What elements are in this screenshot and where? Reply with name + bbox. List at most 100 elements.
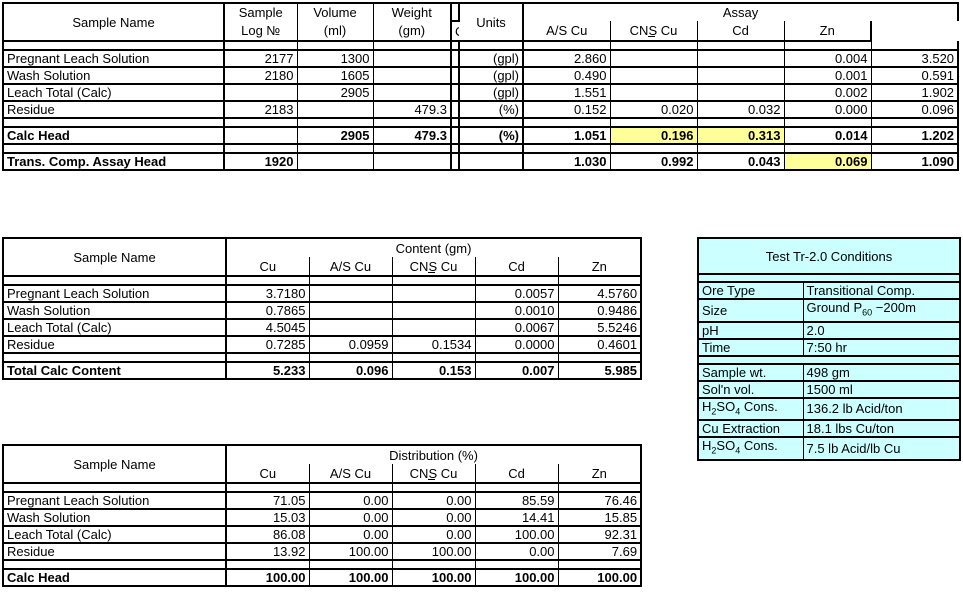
cell-sample-name: Pregnant Leach Solution xyxy=(2,285,227,303)
conditions-value: Transitional Comp. xyxy=(802,282,962,300)
cell-weight: 479.3 xyxy=(372,101,452,119)
cell-content-zn: 5.985 xyxy=(557,362,643,380)
blank-cell xyxy=(296,144,374,154)
blank-cell xyxy=(474,483,558,493)
blank-cell xyxy=(391,276,475,286)
col-header-units: Units xyxy=(459,2,524,42)
cell-assay-cu: 0.152 xyxy=(523,101,610,119)
cell-units: (%) xyxy=(459,127,524,145)
cell-volume xyxy=(296,101,374,119)
conditions-row: Ore Type Transitional Comp. xyxy=(697,282,962,300)
cell-assay-cu: 2.860 xyxy=(523,50,610,68)
blank-cell xyxy=(459,144,524,154)
cell-sample-log xyxy=(223,127,298,145)
conditions-row: Cu Extraction 18.1 lbs Cu/ton xyxy=(697,420,962,439)
cell-content-as-cu xyxy=(308,285,392,303)
conditions-body: Ore Type Transitional Comp. Size Ground P60… xyxy=(696,282,962,461)
conditions-gap-row xyxy=(696,274,962,283)
cell-content-cu: 0.7285 xyxy=(226,336,309,354)
conditions-label: H2SO4 Cons. xyxy=(697,437,804,461)
blank-cell xyxy=(783,144,871,154)
cell-distribution-zn: 15.85 xyxy=(557,509,643,527)
cell-distribution-cu: 15.03 xyxy=(226,509,309,527)
cell-weight xyxy=(372,67,452,85)
cell-distribution-cd: 100.00 xyxy=(474,526,558,544)
blank-cell xyxy=(391,353,475,363)
cell-units xyxy=(459,153,524,171)
conditions-row: Sample wt. 498 gm xyxy=(697,363,962,382)
cell-distribution-cns-cu: 100.00 xyxy=(391,543,475,561)
blank-cell xyxy=(2,118,225,128)
cell-distribution-cu: 13.92 xyxy=(226,543,309,561)
table-row: Pregnant Leach Solution 2177 1300 (gpl) 2.86… xyxy=(2,50,960,68)
blank-cell xyxy=(2,353,227,363)
col-header-assay-group: Assay xyxy=(523,1,960,22)
cell-distribution-cd: 100.00 xyxy=(474,569,558,587)
blank-cell xyxy=(696,274,962,283)
assay-table: Sample Name Sample Volume Weight Units A… xyxy=(2,1,960,171)
cell-weight xyxy=(372,50,452,68)
conditions-row: Time 7:50 hr xyxy=(697,338,962,357)
table-row: Pregnant Leach Solution 71.05 0.00 0.00 85.5… xyxy=(2,492,643,510)
col-header-weight-line2: (gm) xyxy=(372,21,452,42)
blank-cell xyxy=(2,276,227,286)
cell-sample-name: Leach Total (Calc) xyxy=(2,319,227,337)
blank-cell xyxy=(474,560,558,570)
cell-distribution-zn: 100.00 xyxy=(557,569,643,587)
blank-cell xyxy=(557,560,643,570)
conditions-label: H2SO4 Cons. xyxy=(697,397,804,422)
conditions-label: Cu Extraction xyxy=(697,420,804,439)
blank-cell xyxy=(391,560,475,570)
table-row: Wash Solution 0.7865 0.0010 0.9486 xyxy=(2,302,643,320)
cell-sample-name: Wash Solution xyxy=(2,67,225,85)
cell-content-cd: 0.0057 xyxy=(474,285,558,303)
conditions-label: Time xyxy=(697,338,804,357)
blank-cell xyxy=(226,483,309,493)
cell-sample-name: Leach Total (Calc) xyxy=(2,84,225,102)
blank-cell xyxy=(223,118,298,128)
cell-sample-log: 1920 xyxy=(223,153,298,171)
blank-cell xyxy=(223,41,298,51)
cell-assay-as-cu xyxy=(609,50,697,68)
separator-row xyxy=(2,560,643,570)
blank-cell xyxy=(557,276,643,286)
cell-sample-name: Wash Solution xyxy=(2,302,227,320)
test-conditions-panel: Test Tr-2.0 Conditions Ore Type Transitio… xyxy=(696,237,962,461)
blank-cell xyxy=(870,41,960,51)
content-table: Sample Name Content (gm) Cu A/S Cu CN S C… xyxy=(2,237,643,380)
blank-cell xyxy=(523,118,610,128)
blank-cell xyxy=(372,118,452,128)
blank-cell xyxy=(474,276,558,286)
cell-units: (gpl) xyxy=(459,50,524,68)
cell-units: (gpl) xyxy=(459,67,524,85)
conditions-value: 1500 ml xyxy=(802,380,962,399)
cell-volume xyxy=(296,153,374,171)
cell-distribution-cu: 100.00 xyxy=(226,569,309,587)
cell-sample-name: Trans. Comp. Assay Head xyxy=(2,153,225,171)
col-header-assay-cu: Cu xyxy=(451,21,459,42)
blank-row xyxy=(2,41,960,51)
blank-cell xyxy=(308,276,392,286)
cell-volume: 1300 xyxy=(296,50,374,68)
table-row: Leach Total (Calc) 86.08 0.00 0.00 100.00 92.… xyxy=(2,526,643,544)
blank-cell xyxy=(696,118,784,128)
col-header-assay-cns-cu: CN S Cu xyxy=(609,21,697,42)
content-table-body: Pregnant Leach Solution 3.7180 0.0057 4.576… xyxy=(2,285,643,380)
blank-cell xyxy=(308,353,392,363)
cell-content-cu: 4.5045 xyxy=(226,319,309,337)
cell-assay-zn: 0.591 xyxy=(870,67,960,85)
table-row: Residue 2183 479.3 (%) 0.152 0.020 0.032 0.000 0… xyxy=(2,101,960,119)
conditions-label: Sample wt. xyxy=(697,363,804,382)
cell-assay-cu: 0.490 xyxy=(523,67,610,85)
blank-cell xyxy=(870,118,960,128)
table-row: Total Calc Content 5.233 0.096 0.153 0.007 5.… xyxy=(2,362,643,380)
cell-distribution-cns-cu: 100.00 xyxy=(391,569,475,587)
conditions-row: H2SO4 Cons. 7.5 lb Acid/lb Cu xyxy=(697,437,962,461)
blank-cell xyxy=(450,118,460,128)
conditions-title-row: Test Tr-2.0 Conditions xyxy=(696,237,962,275)
cell-weight xyxy=(372,153,452,171)
cell-volume: 2905 xyxy=(296,84,374,102)
cell-assay-cd: 0.001 xyxy=(783,67,871,85)
cell-content-as-cu xyxy=(308,302,392,320)
conditions-value: 7:50 hr xyxy=(802,338,962,357)
